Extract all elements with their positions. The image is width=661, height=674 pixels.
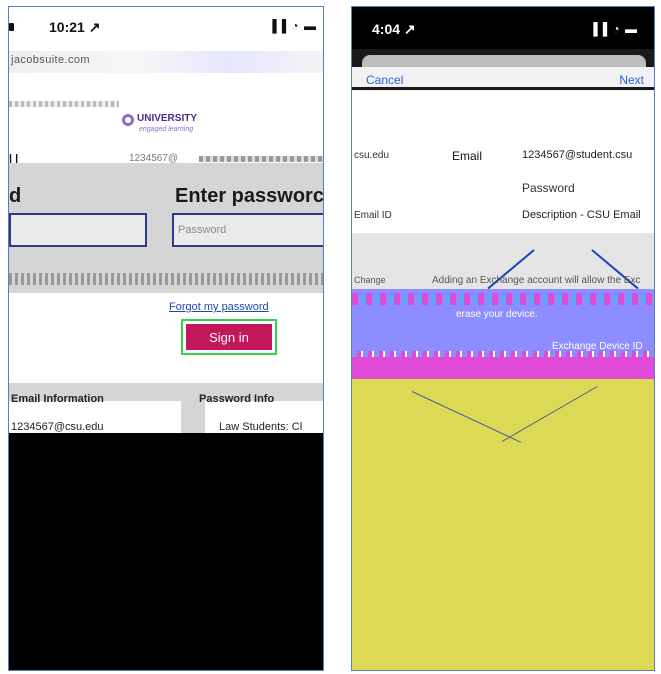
signal-wifi-battery-icon: ▐▐ ◔ ▬ <box>268 19 317 33</box>
university-logo: UNIVERSITY engaged learning <box>121 111 217 137</box>
identity-blur <box>199 156 323 162</box>
modal-note-blur <box>9 273 323 285</box>
password-info-text: Law Students: Cl <box>219 421 303 433</box>
sign-in-button[interactable]: Sign in <box>186 324 272 350</box>
description-row[interactable]: Email ID Description - CSU Email <box>352 205 654 227</box>
next-button[interactable]: Next <box>619 73 644 87</box>
description-value: Description - CSU Email <box>522 209 641 221</box>
right-phone-screen: 4:04 ↗ ▐▐ ◔ ▬ Cancel Next csu.edu Email … <box>351 6 655 671</box>
sign-in-highlight: Sign in <box>181 319 277 355</box>
password-placeholder: Password <box>178 224 227 236</box>
pointer-line-lower-right <box>501 386 598 442</box>
email-side-text: csu.edu <box>354 150 390 161</box>
exchange-info-area: Change Adding an Exchange account will a… <box>352 233 654 293</box>
erase-device-text: erase your device. <box>456 309 538 320</box>
status-time: 4:04 ↗ <box>372 21 416 37</box>
address-bar-text: jacobsuite.com <box>11 54 90 66</box>
status-time: 10:21 ↗ <box>49 19 101 35</box>
address-bar[interactable]: jacobsuite.com <box>9 51 323 73</box>
password-row[interactable]: Password <box>352 177 654 199</box>
magenta-stripe <box>352 351 654 357</box>
cancel-button[interactable]: Cancel <box>366 73 403 87</box>
password-input[interactable]: Password <box>172 213 323 247</box>
logo-tagline: engaged learning <box>139 126 194 133</box>
status-bar: 4:04 ↗ ▐▐ ◔ ▬ <box>352 7 654 49</box>
comparison-screenshot: 10:21 ↗ ▐▐ ◔ ▬ jacobsuite.com UNIVERSITY… <box>0 0 661 674</box>
password-info-title: Password Info <box>199 393 275 405</box>
email-info-title: Email Information <box>11 393 104 405</box>
nav-divider <box>352 87 654 90</box>
blank-black-area <box>9 433 323 670</box>
enter-password-heading: Enter passworc <box>175 185 324 207</box>
signal-wifi-battery-icon: ▐▐ ◔ ▬ <box>589 22 638 36</box>
info-band-purple: erase your device. Exchange Device ID <box>352 289 654 352</box>
status-bar: 10:21 ↗ ▐▐ ◔ ▬ <box>9 7 323 43</box>
modal-left-heading: d <box>9 185 22 207</box>
password-label: Password <box>522 181 575 195</box>
exchange-note: Adding an Exchange account will allow th… <box>432 275 641 286</box>
back-indicator-icon <box>9 23 14 31</box>
info-band-magenta <box>352 351 654 379</box>
forgot-password-link[interactable]: Forgot my password <box>169 301 269 313</box>
info-band-yellow <box>352 379 654 670</box>
left-phone-screen: 10:21 ↗ ▐▐ ◔ ▬ jacobsuite.com UNIVERSITY… <box>8 6 324 671</box>
nav-bar: Cancel Next <box>352 67 654 91</box>
email-label: Email <box>452 149 483 163</box>
email-info-text: 1234567@csu.edu <box>11 421 104 433</box>
exchange-account-form: csu.edu Email 1234567@student.csu Passwo… <box>352 91 654 231</box>
email-row[interactable]: csu.edu Email 1234567@student.csu <box>352 145 654 167</box>
username-input[interactable] <box>9 213 147 247</box>
logo-brand: UNIVERSITY <box>137 113 198 124</box>
purple-stripe <box>352 293 654 305</box>
change-link[interactable]: Change <box>354 275 386 285</box>
email-value: 1234567@student.csu <box>522 149 633 161</box>
header-strip <box>9 101 119 107</box>
pointer-line-lower-left <box>411 391 521 443</box>
description-side-text: Email ID <box>354 210 392 221</box>
university-crest-icon <box>122 114 134 126</box>
